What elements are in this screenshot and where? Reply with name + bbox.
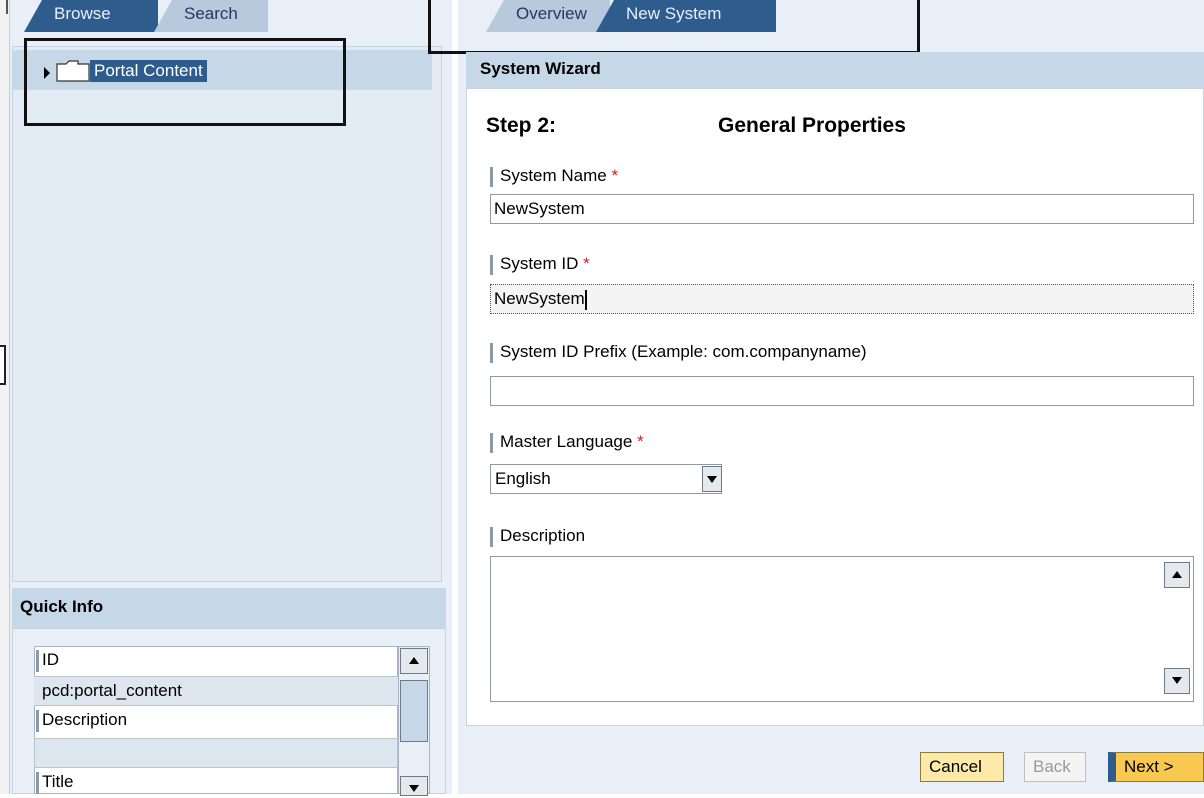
description-label: Description [490, 526, 586, 547]
scroll-down-button[interactable] [400, 776, 428, 796]
chevron-down-icon [707, 476, 717, 483]
system-id-prefix-label: System ID Prefix (Example: com.companyna… [490, 342, 867, 363]
scroll-thumb[interactable] [400, 680, 428, 742]
quick-info-label-text: ID [42, 650, 59, 669]
tab-browse[interactable]: Browse [24, 0, 158, 32]
required-marker: * [637, 432, 644, 451]
description-textarea[interactable] [490, 556, 1194, 702]
quick-info-value-text: pcd:portal_content [42, 681, 182, 700]
system-name-label: System Name * [490, 166, 619, 187]
dropdown-button[interactable] [702, 466, 722, 492]
label-text: Description [500, 526, 586, 545]
arrow-up-icon [1172, 571, 1182, 578]
collapse-strip[interactable] [0, 0, 10, 794]
text-cursor [584, 289, 587, 310]
textarea-scroll-down[interactable] [1164, 668, 1190, 694]
portal-tree [12, 46, 442, 582]
system-id-prefix-input[interactable] [490, 376, 1194, 406]
corner-mark [6, 0, 20, 14]
required-marker: * [583, 254, 590, 273]
label-text: System ID [500, 254, 579, 273]
textarea-scroll-up[interactable] [1164, 562, 1190, 588]
quick-info-header: Quick Info [12, 588, 446, 628]
system-id-label: System ID * [490, 254, 590, 275]
quick-info-value-id: pcd:portal_content [34, 676, 398, 706]
step-title: General Properties [718, 114, 906, 137]
input-value: NewSystem [494, 289, 585, 308]
required-marker: * [611, 166, 619, 185]
label-text: System Name [500, 166, 607, 185]
arrow-down-icon [409, 785, 419, 792]
label-text: Master Language [500, 432, 633, 451]
cancel-button[interactable]: Cancel [920, 752, 1004, 782]
master-language-select[interactable]: English [490, 464, 722, 494]
quick-info-label-text: Title [42, 772, 74, 791]
scroll-up-button[interactable] [400, 648, 428, 674]
tab-search[interactable]: Search [154, 0, 268, 32]
highlight-box [24, 38, 346, 126]
panel-divider [452, 0, 458, 794]
quick-info-label-description: Description [34, 706, 398, 736]
next-button[interactable]: Next > [1108, 752, 1204, 782]
master-language-label: Master Language * [490, 432, 644, 453]
system-name-input[interactable]: NewSystem [490, 194, 1194, 224]
arrow-down-icon [1172, 677, 1182, 684]
quick-info-label-id: ID [34, 646, 398, 676]
label-text: System ID Prefix (Example: com.companyna… [500, 342, 867, 361]
wizard-title: System Wizard [466, 52, 1204, 88]
collapse-handle[interactable] [0, 345, 6, 385]
quick-info-value-description [34, 738, 398, 768]
arrow-up-icon [409, 657, 419, 664]
system-id-input[interactable]: NewSystem [490, 284, 1194, 314]
quick-info-label-text: Description [42, 710, 128, 729]
highlight-box [428, 0, 920, 54]
back-button[interactable]: Back [1024, 752, 1086, 782]
step-number: Step 2: [486, 114, 557, 137]
